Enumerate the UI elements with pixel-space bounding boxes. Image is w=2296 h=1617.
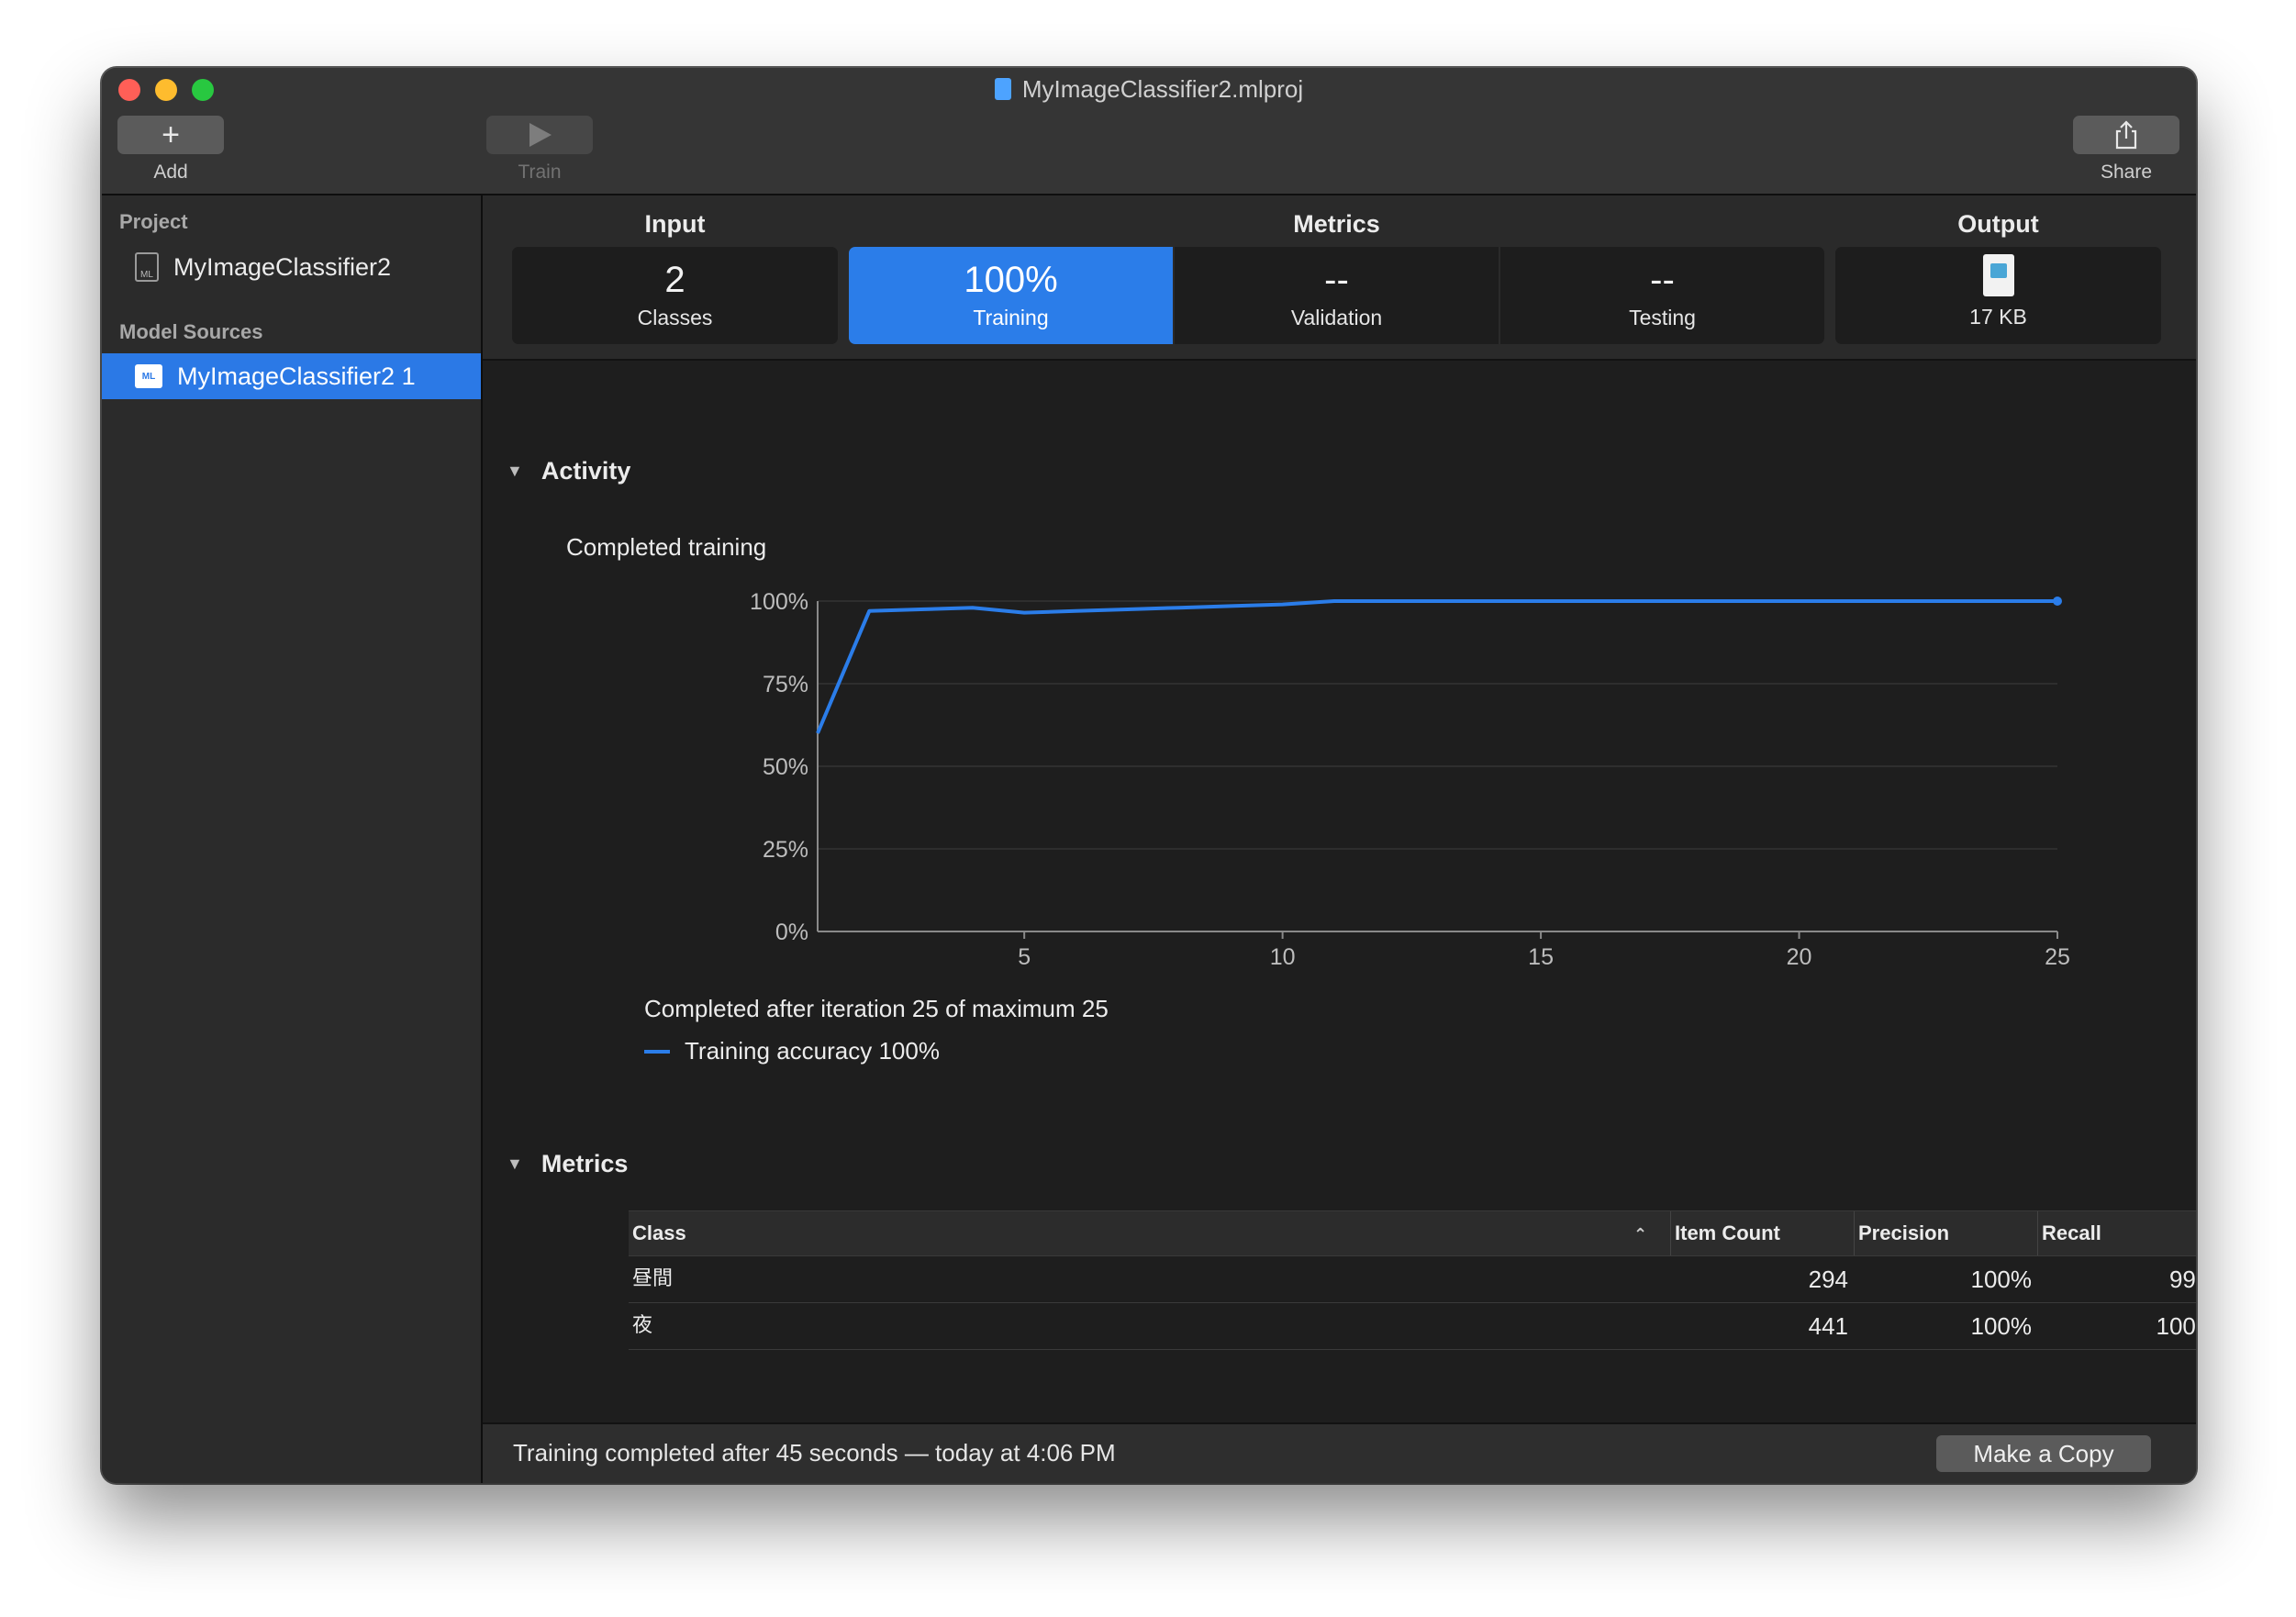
y-tick-label: 50% <box>763 754 808 780</box>
column-header-precision[interactable]: Precision <box>1854 1211 2037 1255</box>
column-header-recall[interactable]: Recall <box>2037 1211 2196 1255</box>
metrics-table: Class ⌃ Item Count Precision Recall 昼間 2… <box>629 1210 2196 1350</box>
item-count-cell: 441 <box>1808 1312 1848 1340</box>
model-source-name: MyImageClassifier2 1 <box>177 362 416 390</box>
training-accuracy-chart: 0% 25% 50% 75% 100% 5 10 15 20 25 <box>750 589 2070 970</box>
sort-ascending-icon: ⌃ <box>1633 1225 1648 1243</box>
table-header: Class ⌃ Item Count Precision Recall <box>629 1210 2196 1256</box>
series-line-training-accuracy <box>816 599 2057 734</box>
sidebar-item-project[interactable]: ML MyImageClassifier2 <box>102 244 481 290</box>
ml-model-icon: ML <box>135 364 162 388</box>
model-sources-header: Model Sources <box>119 320 263 343</box>
series-end-point <box>2053 597 2062 606</box>
x-tick-label: 15 <box>1528 944 1554 970</box>
y-tick-label: 100% <box>750 589 808 615</box>
project-name: MyImageClassifier2 <box>173 252 392 281</box>
x-tick-label: 5 <box>1018 944 1031 970</box>
recall-cell: 100% <box>2156 1312 2197 1340</box>
precision-cell: 100% <box>1970 1266 2033 1293</box>
class-cell: 夜 <box>632 1314 653 1337</box>
add-button[interactable]: + <box>117 116 224 154</box>
app-window: MyImageClassifier2.mlproj + Add Train Sh… <box>102 68 2196 1483</box>
legend-label: Training accuracy 100% <box>685 1037 940 1065</box>
table-row[interactable]: 昼間 294 100% 99% <box>629 1256 2196 1303</box>
item-count-cell: 294 <box>1808 1266 1848 1293</box>
add-label: Add <box>153 162 188 183</box>
table-row[interactable]: 夜 441 100% 100% <box>629 1303 2196 1350</box>
train-label: Train <box>518 162 562 183</box>
y-tick-label: 25% <box>763 837 808 863</box>
share-icon <box>2115 120 2137 150</box>
iteration-summary: Completed after iteration 25 of maximum … <box>644 995 1109 1022</box>
project-file-icon: ML <box>135 252 159 282</box>
column-header-class[interactable]: Class <box>629 1211 1670 1255</box>
y-tick-label: 75% <box>763 672 808 697</box>
window-title-text: MyImageClassifier2.mlproj <box>1021 75 1304 103</box>
x-tick-label: 20 <box>1787 944 1812 970</box>
legend-swatch <box>644 1049 670 1054</box>
window-title: MyImageClassifier2.mlproj <box>102 75 2196 104</box>
document-icon <box>994 78 1011 100</box>
play-icon <box>529 123 552 147</box>
x-tick-label: 10 <box>1270 944 1296 970</box>
precision-cell: 100% <box>1970 1312 2033 1340</box>
status-bar: Training completed after 45 seconds — to… <box>483 1422 2196 1483</box>
y-tick-label: 0% <box>775 920 808 945</box>
disclosure-triangle-icon: ▼ <box>507 1154 523 1173</box>
chart-legend: Training accuracy 100% <box>644 1037 940 1065</box>
make-a-copy-button[interactable]: Make a Copy <box>1936 1435 2151 1472</box>
sidebar: Project ML MyImageClassifier2 Model Sour… <box>102 195 483 1483</box>
column-header-item-count[interactable]: Item Count <box>1670 1211 1854 1255</box>
class-cell: 昼間 <box>632 1267 674 1290</box>
train-button[interactable] <box>486 116 593 154</box>
plus-icon: + <box>162 117 180 152</box>
share-button[interactable] <box>2073 116 2179 154</box>
main-content: Input Metrics Output 2 Classes 100% Trai… <box>483 195 2196 1483</box>
project-header: Project <box>119 210 188 233</box>
share-label: Share <box>2100 162 2153 183</box>
metrics-title: Metrics <box>541 1150 629 1177</box>
x-tick-label: 25 <box>2045 944 2070 970</box>
metrics-section-toggle[interactable]: ▼ Metrics <box>507 1150 628 1178</box>
sidebar-item-model-source[interactable]: ML MyImageClassifier2 1 <box>102 353 481 399</box>
recall-cell: 99% <box>2168 1266 2196 1293</box>
toolbar: MyImageClassifier2.mlproj + Add Train Sh… <box>102 68 2196 195</box>
status-text: Training completed after 45 seconds — to… <box>513 1439 1116 1466</box>
